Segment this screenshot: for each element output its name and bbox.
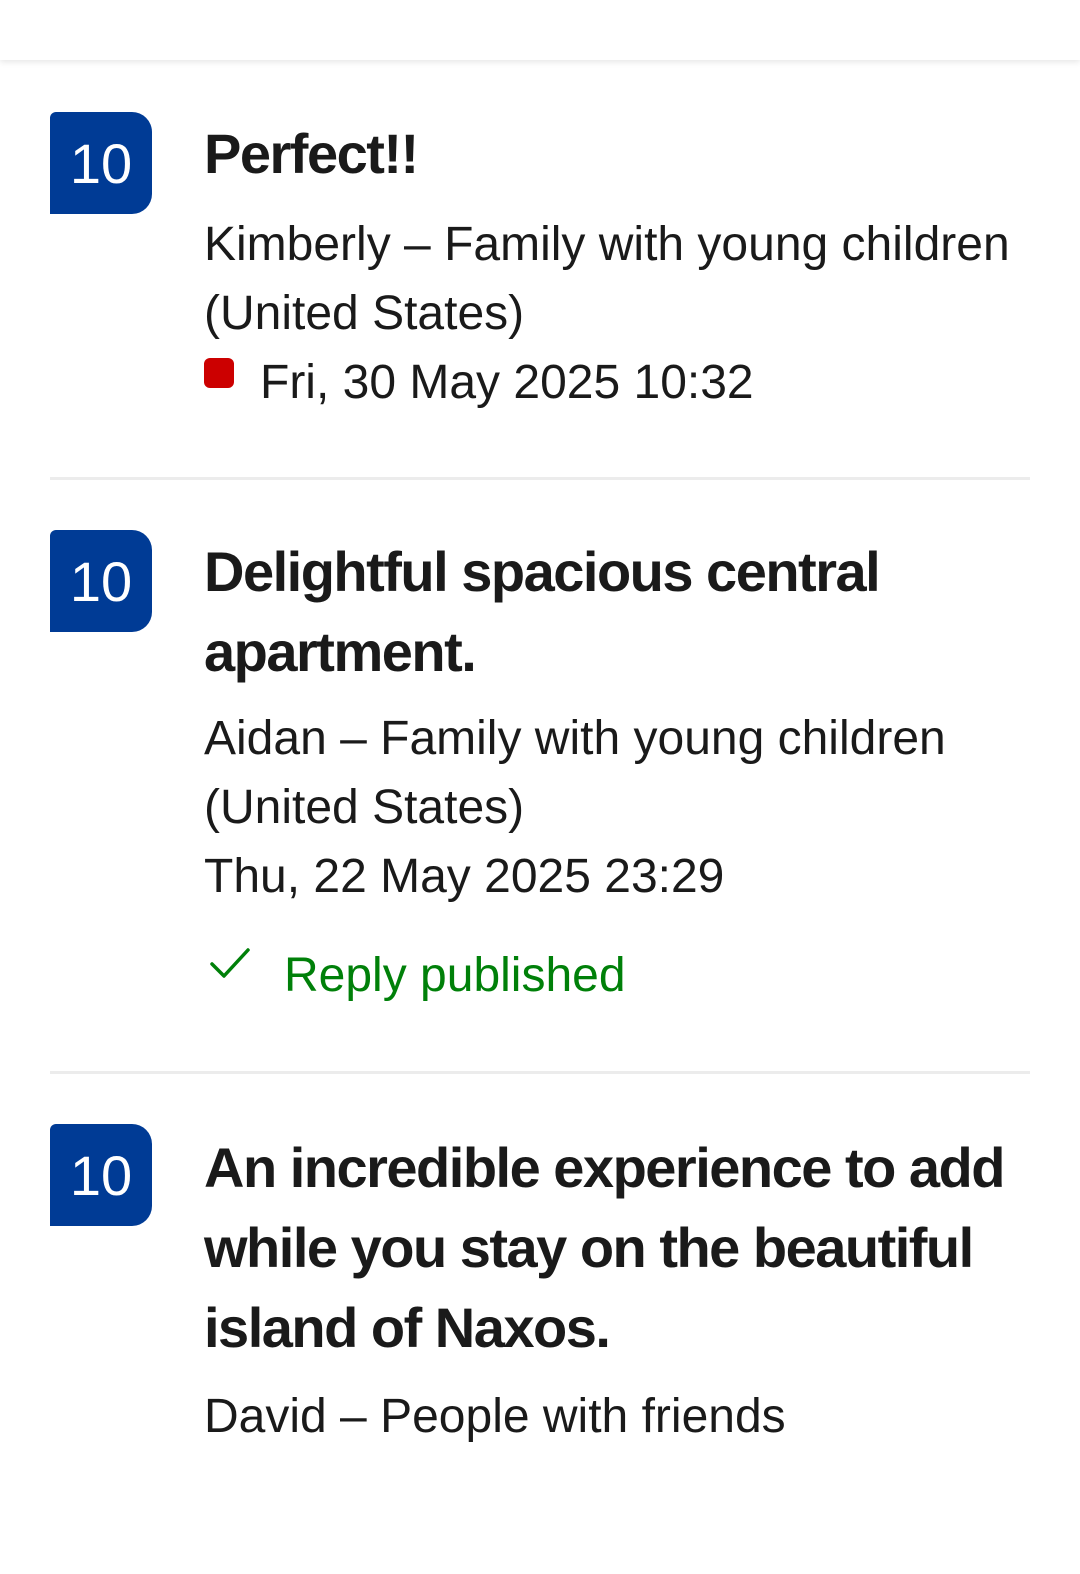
review-content: Perfect!! Kimberly – Family with young c…	[204, 114, 1034, 417]
review-item[interactable]: 10 Delightful spacious central apartment…	[0, 480, 1080, 1074]
new-review-indicator-icon	[204, 357, 234, 388]
reviewer-info: Aidan – Family with young children (Unit…	[204, 712, 946, 834]
score-badge: 10	[50, 530, 152, 632]
review-item[interactable]: 10 Perfect!! Kimberly – Family with youn…	[0, 62, 1080, 480]
reply-status-label: Reply published	[284, 949, 626, 1002]
score-badge: 10	[50, 112, 152, 214]
reviewer-info: David – People with friends	[204, 1390, 786, 1443]
review-item[interactable]: 10 An incredible experience to add while…	[0, 1074, 1080, 1574]
review-date: Fri, 30 May 2025 10:32	[260, 356, 754, 409]
score-badge: 10	[50, 1124, 152, 1226]
checkmark-icon	[210, 947, 250, 978]
review-content: An incredible experience to add while yo…	[204, 1128, 1034, 1451]
review-title: An incredible experience to add while yo…	[204, 1136, 1005, 1359]
review-title: Perfect!!	[204, 122, 419, 185]
reviewer-info: Kimberly – Family with young children (U…	[204, 218, 1010, 340]
top-app-bar	[0, 0, 1080, 60]
review-date-row: Thu, 22 May 2025 23:29	[204, 842, 1034, 911]
review-title: Delightful spacious central apartment.	[204, 540, 881, 683]
review-date-row: Fri, 30 May 2025 10:32	[204, 348, 1034, 417]
review-list: 10 Perfect!! Kimberly – Family with youn…	[0, 62, 1080, 1574]
reply-status: Reply published	[204, 941, 1034, 1010]
review-date: Thu, 22 May 2025 23:29	[204, 850, 725, 903]
review-content: Delightful spacious central apartment. A…	[204, 532, 1034, 1010]
